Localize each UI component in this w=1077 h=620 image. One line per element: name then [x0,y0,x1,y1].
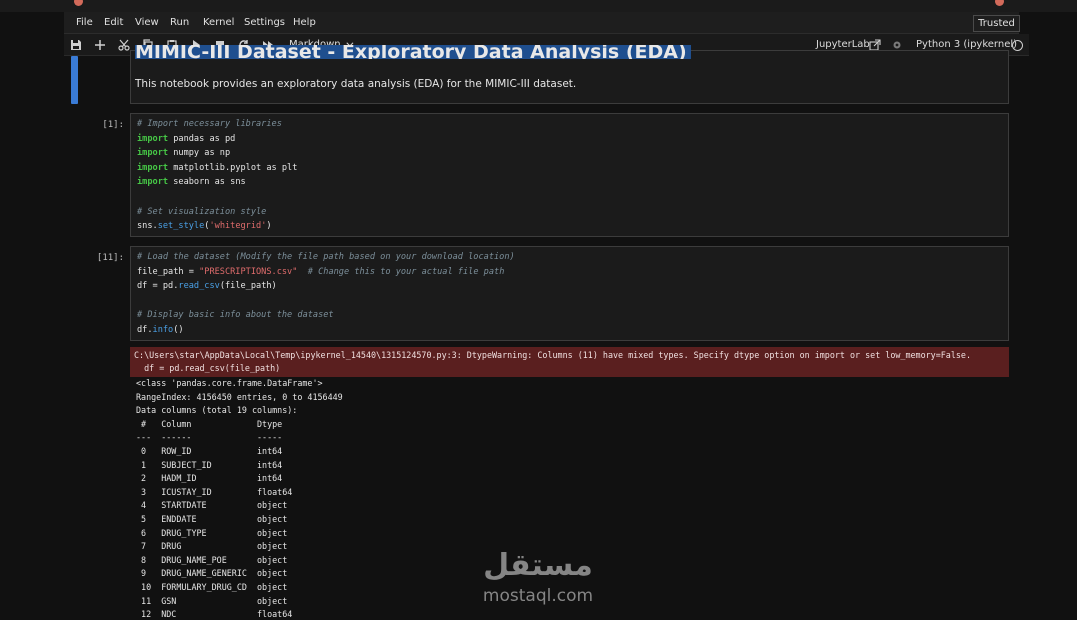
notebook-heading: MIMIC-III Dataset - Exploratory Data Ana… [135,45,691,59]
output-line: 5 ENDDATE object [136,513,288,524]
code-text: pandas as pd [173,133,236,144]
menu-view[interactable]: View [135,17,159,28]
code-keyword: import [137,177,169,188]
output-line: Data columns (total 19 columns): [136,405,298,416]
window-title-strip [0,0,1077,12]
save-icon[interactable] [69,38,83,52]
code-editor-1[interactable]: # Import necessary libraries import pand… [137,117,297,234]
trusted-indicator[interactable]: Trusted [973,15,1020,32]
watermark: مستقل mostaql.com [468,548,608,610]
code-text: () [173,324,184,335]
menu-file[interactable]: File [76,17,93,28]
kernel-status-icon [1012,40,1023,51]
code-text: file_path = [137,266,200,277]
code-function: info [152,324,174,335]
warning-text: C:\Users\star\AppData\Local\Temp\ipykern… [134,349,971,375]
output-line: 7 DRUG object [136,541,288,552]
open-jupyterlab-button[interactable]: JupyterLab [816,39,870,50]
output-line: RangeIndex: 4156450 entries, 0 to 415644… [136,391,343,402]
warning-line: df = pd.read_csv(file_path) [134,363,281,373]
code-keyword: import [137,162,169,173]
active-cell-indicator [71,56,78,104]
output-line: 11 GSN object [136,595,288,606]
code-comment: # Display basic info about the dataset [137,310,334,321]
output-text: <class 'pandas.core.frame.DataFrame'> Ran… [136,377,343,620]
watermark-arabic: مستقل [483,548,593,583]
output-line: 2 HADM_ID int64 [136,473,283,484]
code-keyword: import [137,133,169,144]
notification-icon[interactable] [995,0,1004,6]
code-comment: # Load the dataset (Modify the file path… [137,252,515,262]
app-logo-icon [74,0,83,6]
cell-prompt-1: [1]: [102,120,124,130]
code-text: sns. [137,221,158,232]
code-cell-1[interactable]: # Import necessary libraries import pand… [130,113,1009,237]
code-function: set_style [157,221,205,232]
cut-icon[interactable] [117,38,131,52]
kernel-name[interactable]: Python 3 (ipykernel) [916,39,1017,50]
code-text: df = pd. [137,281,179,292]
output-line: 0 ROW_ID int64 [136,445,283,456]
warning-line: C:\Users\star\AppData\Local\Temp\ipykern… [134,350,972,360]
menu-settings[interactable]: Settings [244,17,285,28]
menubar: File Edit View Run Kernel Settings Help [64,12,1019,34]
menu-run[interactable]: Run [170,17,189,28]
output-line: 12 NDC float64 [136,609,293,620]
code-string: 'whitegrid' [209,221,267,232]
menu-kernel[interactable]: Kernel [203,17,234,28]
code-string: "PRESCRIPTIONS.csv" [199,266,298,277]
menu-edit[interactable]: Edit [104,17,123,28]
code-text: matplotlib.pyplot as plt [173,162,298,173]
output-line: 8 DRUG_NAME_POE object [136,554,288,565]
code-comment: # Import necessary libraries [137,119,282,129]
code-text: seaborn as sns [173,177,246,188]
code-comment: # Change this to your actual file path [307,266,505,277]
output-line: 4 STARTDATE object [136,500,288,511]
jupyterlab-label: JupyterLab [816,39,870,50]
output-line: <class 'pandas.core.frame.DataFrame'> [136,378,323,388]
output-line: 9 DRUG_NAME_GENERIC object [136,568,288,579]
watermark-latin: mostaql.com [482,586,594,606]
add-cell-icon[interactable] [93,38,107,52]
output-line: 6 DRUG_TYPE object [136,527,288,538]
stderr-output: C:\Users\star\AppData\Local\Temp\ipykern… [130,347,1009,377]
code-cell-2[interactable]: # Load the dataset (Modify the file path… [130,246,1009,341]
cell-prompt-2: [11]: [96,253,124,263]
code-function: read_csv [178,281,220,292]
output-line: --- ------ ----- [136,432,283,443]
code-keyword: import [137,148,169,159]
output-line: 1 SUBJECT_ID int64 [136,459,283,470]
code-text: numpy as np [173,148,231,159]
code-editor-2[interactable]: # Load the dataset (Modify the file path… [137,250,515,338]
markdown-cell[interactable]: MIMIC-III Dataset - Exploratory Data Ana… [130,45,1009,104]
output-line: 3 ICUSTAY_ID float64 [136,486,293,497]
output-line: # Column Dtype [136,418,283,429]
code-text: (file_path) [219,281,277,292]
code-text: df. [137,324,153,335]
code-comment: # Set visualization style [137,206,267,217]
output-line: 10 FORMULARY_DRUG_CD object [136,581,288,592]
menu-help[interactable]: Help [293,17,316,28]
notebook-description: This notebook provides an exploratory da… [135,78,577,90]
